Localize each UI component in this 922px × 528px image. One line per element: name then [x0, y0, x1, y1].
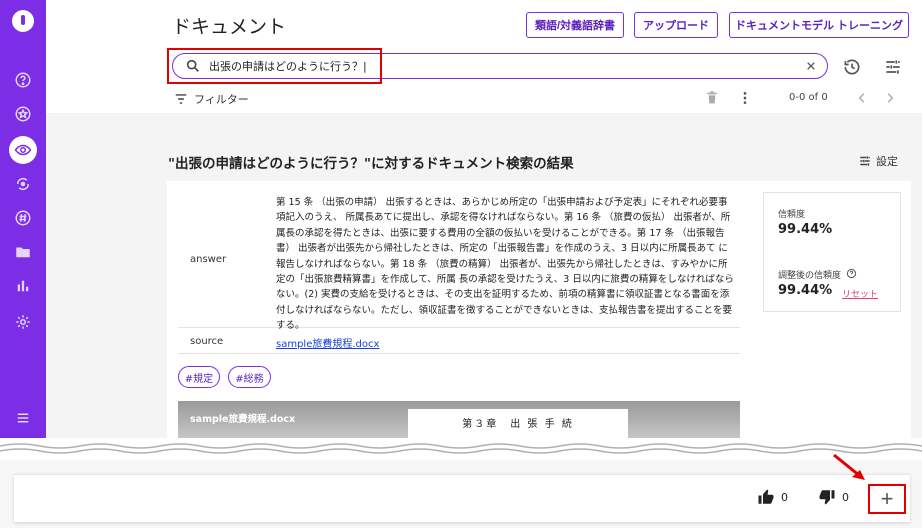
settings-button[interactable]: 設定	[858, 153, 898, 169]
star-badge-icon[interactable]	[13, 104, 33, 124]
trash-icon[interactable]	[704, 90, 720, 106]
add-button[interactable]: +	[868, 484, 906, 514]
tag-chip[interactable]: #規定	[178, 366, 220, 388]
thumbs-down-icon	[819, 490, 835, 505]
search-icon	[186, 59, 199, 72]
history-icon[interactable]	[842, 57, 862, 77]
dictionary-button[interactable]: 類語/対義語辞書	[526, 12, 624, 38]
page-title: ドキュメント	[172, 16, 287, 38]
thumbs-up-count: 0	[781, 490, 788, 504]
reset-link[interactable]: リセット	[842, 287, 878, 300]
answer-text: 第 15 条 （出張の申請） 出張するときは、あらかじめ所定の「出張申請および予…	[276, 197, 734, 332]
confidence-value: 99.44%	[778, 222, 833, 237]
pagination-count: 0-0 of 0	[789, 92, 828, 103]
upload-button[interactable]: アップロード	[634, 12, 718, 38]
source-link[interactable]: sample旅費規程.docx	[276, 335, 379, 350]
help-icon[interactable]	[846, 268, 857, 279]
adjusted-confidence-value: 99.44%	[778, 283, 833, 298]
search-box	[172, 53, 828, 79]
settings-label: 設定	[876, 155, 898, 168]
thumbs-down-button[interactable]: 0	[818, 488, 849, 506]
source-row: source sample旅費規程.docx	[178, 330, 740, 354]
menu-icon[interactable]	[13, 408, 33, 428]
sidebar	[0, 0, 46, 438]
folder-icon[interactable]	[13, 242, 33, 262]
hashtag-icon[interactable]	[13, 208, 33, 228]
score-card: 信頼度 99.44% 調整後の信頼度 99.44% リセット	[763, 192, 901, 312]
preview-chapter-heading: 第３章 出 張 手 続	[462, 419, 574, 430]
app-logo-icon[interactable]	[12, 10, 34, 32]
chevron-left-icon[interactable]	[855, 91, 869, 105]
annotation-arrow-icon	[833, 453, 865, 480]
sync-icon[interactable]	[13, 174, 33, 194]
thumbs-down-count: 0	[842, 490, 849, 504]
answer-label: answer	[190, 254, 227, 265]
answer-row: answer 第 15 条 （出張の申請） 出張するときは、あらかじめ所定の「出…	[178, 191, 740, 331]
tune-icon[interactable]	[883, 57, 903, 77]
filter-label[interactable]: フィルター	[194, 91, 249, 107]
preview-filename: sample旅費規程.docx	[190, 414, 296, 425]
help-icon[interactable]	[13, 70, 33, 90]
document-model-training-button[interactable]: ドキュメントモデル トレーニング	[729, 12, 909, 38]
torn-edge-divider	[0, 438, 922, 454]
tune-icon	[860, 156, 870, 166]
adjusted-confidence-label: 調整後の信頼度	[778, 271, 842, 281]
settings-gear-icon[interactable]	[13, 312, 33, 332]
clear-icon[interactable]	[803, 58, 819, 74]
filter-icon[interactable]	[174, 93, 188, 105]
document-search-eye-icon[interactable]	[13, 140, 33, 160]
more-vert-icon[interactable]	[737, 90, 753, 106]
thumbs-up-button[interactable]: 0	[757, 488, 788, 506]
bar-chart-icon[interactable]	[13, 276, 33, 296]
thumbs-up-icon	[758, 489, 774, 504]
results-title: "出張の申請はどのように行う？"に対するドキュメント検索の結果	[168, 156, 574, 172]
confidence-label: 信頼度	[778, 210, 806, 220]
search-input[interactable]	[209, 56, 789, 76]
chevron-right-icon[interactable]	[883, 91, 897, 105]
source-label: source	[190, 336, 224, 347]
tag-chip[interactable]: #総務	[228, 366, 271, 388]
filter-row: フィルター 0-0 of 0	[172, 90, 912, 108]
